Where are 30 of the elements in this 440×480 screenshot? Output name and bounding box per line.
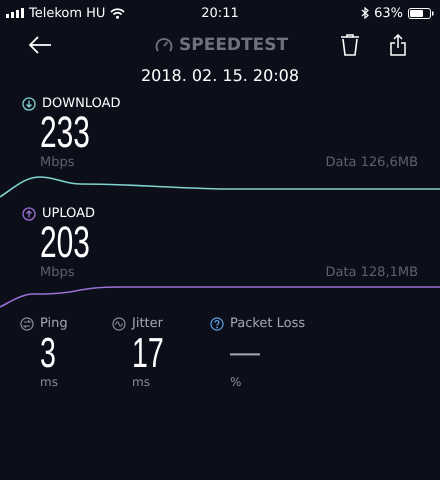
speed-unit: Mbps <box>40 265 74 280</box>
stat-label: Jitter <box>132 316 163 331</box>
stat-unit: % <box>229 375 242 389</box>
wifi-icon <box>110 8 126 18</box>
speed-unit: Mbps <box>40 155 74 170</box>
stat-unit: ms <box>39 375 59 389</box>
result-label: UPLOAD <box>42 206 96 221</box>
stat-label: Packet Loss <box>230 316 306 331</box>
speed-value: 203 <box>40 221 90 265</box>
bluetooth-icon <box>361 7 370 19</box>
clock-time: 20:11 <box>201 6 239 20</box>
speed-value: 233 <box>40 111 90 155</box>
stat-label: Ping <box>40 316 68 331</box>
app-logo: SPEEDTEST <box>179 35 288 55</box>
result-label: DOWNLOAD <box>42 96 121 111</box>
battery-icon <box>408 8 434 18</box>
stat-unit: ms <box>131 375 151 389</box>
trash-icon[interactable] <box>340 34 360 56</box>
carrier-name: Telekom HU <box>29 6 106 20</box>
share-icon[interactable] <box>390 34 406 56</box>
stat-value: — <box>230 335 260 371</box>
test-date: 2018. 02. 15. 20:08 <box>140 66 300 87</box>
stat-value: 17 <box>132 331 164 375</box>
stat-value: 3 <box>40 331 56 375</box>
gauge-icon <box>155 37 173 53</box>
battery-percent: 63% <box>374 6 403 20</box>
data-amount: Data 128,1MB <box>325 265 418 280</box>
data-amount: Data 126,6MB <box>325 155 418 170</box>
signal-icon <box>6 8 24 18</box>
back-arrow-icon[interactable] <box>28 36 52 54</box>
